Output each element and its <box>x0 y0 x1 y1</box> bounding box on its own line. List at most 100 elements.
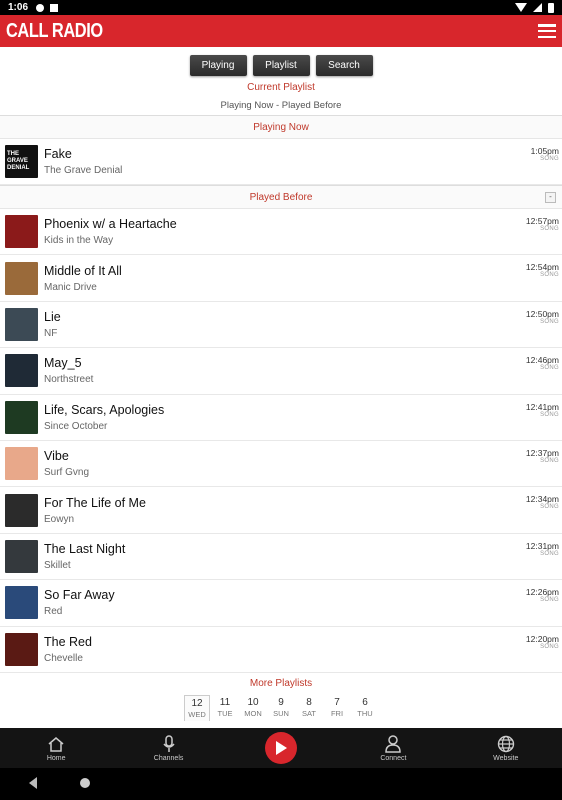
album-art-text: THE GRAVE DENIAL <box>7 151 30 171</box>
song-time: 12:46pm <box>525 355 559 366</box>
battery-icon <box>548 2 554 13</box>
day-name: TUE <box>217 708 233 718</box>
song-row[interactable]: The Red Chevelle 12:20pm SONG <box>0 627 562 673</box>
tab-search[interactable]: Search <box>315 55 373 76</box>
album-art <box>5 632 38 666</box>
day-wed[interactable]: 12 WED <box>184 694 210 721</box>
played-before-label: Played Before <box>249 192 313 203</box>
hamburger-menu-icon[interactable] <box>538 24 556 38</box>
song-time: 12:50pm <box>525 308 559 319</box>
song-type: SONG <box>540 643 559 650</box>
day-number: 8 <box>306 696 312 708</box>
more-playlists-label: More Playlists <box>249 677 313 689</box>
collapse-button[interactable]: - <box>545 192 556 203</box>
album-art <box>5 307 38 341</box>
song-artist: Manic Drive <box>44 281 97 293</box>
song-artist: Kids in the Way <box>44 235 114 247</box>
song-title: Fake <box>44 147 72 161</box>
song-row[interactable]: Life, Scars, Apologies Since October 12:41… <box>0 395 562 441</box>
settings-notification-icon <box>36 3 45 12</box>
cell-signal-icon <box>533 3 542 12</box>
song-artist: Red <box>44 606 63 618</box>
day-mon[interactable]: 10 MON <box>240 695 266 721</box>
tab-playing[interactable]: Playing <box>189 55 247 76</box>
song-row[interactable]: Phoenix w/ a Heartache Kids in the Way 12:… <box>0 209 562 256</box>
song-row[interactable]: So Far Away Red 12:26pm SONG <box>0 580 562 627</box>
day-tue[interactable]: 11 TUE <box>212 695 238 721</box>
song-artist: Surf Gvng <box>44 467 90 479</box>
day-name: SUN <box>273 708 289 718</box>
tab-bar: Playing Playlist Search <box>0 47 562 77</box>
song-artist: Since October <box>44 420 108 432</box>
nav-channels-label: Channels <box>153 754 184 762</box>
song-time: 12:20pm <box>525 633 559 644</box>
day-thu[interactable]: 6 THU <box>352 695 378 721</box>
song-title: The Last Night <box>44 541 126 556</box>
status-time: 1:06 <box>8 2 29 13</box>
day-fri[interactable]: 7 FRI <box>324 695 350 721</box>
song-row[interactable]: Middle of It All Manic Drive 12:54pm SONG <box>0 255 562 302</box>
user-icon <box>385 734 402 753</box>
album-art <box>5 539 38 573</box>
song-title: For The Life of Me <box>44 495 146 510</box>
song-title: Phoenix w/ a Heartache <box>44 217 177 232</box>
album-art <box>5 586 38 620</box>
song-type: SONG <box>540 550 559 557</box>
play-button[interactable] <box>264 732 297 764</box>
song-row[interactable]: Vibe Surf Gvng 12:37pm SONG <box>0 441 562 488</box>
wifi-icon <box>515 3 527 12</box>
play-icon <box>275 741 287 755</box>
song-time: 12:37pm <box>525 447 559 458</box>
played-before-header: Played Before - <box>0 185 562 209</box>
song-time: 12:54pm <box>525 262 559 273</box>
album-art <box>5 400 38 434</box>
day-sun[interactable]: 9 SUN <box>268 695 294 721</box>
status-bar: 1:06 <box>0 0 562 15</box>
song-type: SONG <box>540 226 559 232</box>
nav-connect-label: Connect <box>380 754 407 762</box>
now-playing-row[interactable]: THE GRAVE DENIAL Fake The Grave Denial 1… <box>0 139 562 185</box>
song-artist: NF <box>44 327 58 339</box>
day-number: 11 <box>219 696 231 708</box>
day-selector: 12 WED 11 TUE 10 MON 9 SUN 8 SAT 7 FRI 6 THU <box>0 694 562 721</box>
song-title: Vibe <box>44 449 69 464</box>
microphone-icon <box>162 734 176 753</box>
song-time: 12:26pm <box>525 587 559 598</box>
nav-home[interactable]: Home <box>0 735 112 762</box>
song-type: SONG <box>540 504 559 511</box>
song-title: So Far Away <box>44 588 115 603</box>
song-type: SONG <box>540 156 559 162</box>
song-title: Middle of It All <box>44 263 122 278</box>
globe-icon <box>497 735 515 753</box>
nav-play[interactable] <box>225 732 337 764</box>
playlist-subtitle: Playing Now - Played Before <box>220 100 342 111</box>
song-row[interactable]: May_5 Northstreet 12:46pm SONG <box>0 348 562 395</box>
home-icon <box>47 735 65 753</box>
day-sat[interactable]: 8 SAT <box>296 695 322 721</box>
nav-website[interactable]: Website <box>450 735 562 762</box>
nav-channels[interactable]: Channels <box>112 734 224 762</box>
sd-card-notification-icon <box>50 3 59 12</box>
nav-connect[interactable]: Connect <box>337 734 449 762</box>
played-before-list: Phoenix w/ a Heartache Kids in the Way 12:… <box>0 209 562 673</box>
system-navigation-bar <box>0 768 562 800</box>
tab-playlist[interactable]: Playlist <box>252 55 310 76</box>
back-icon[interactable] <box>29 777 37 789</box>
song-title: Lie <box>44 309 61 324</box>
app-bar: CALL RADIO <box>0 15 562 47</box>
album-art <box>5 261 38 295</box>
song-artist: Eowyn <box>44 513 75 525</box>
song-time: 12:31pm <box>525 540 559 551</box>
song-row[interactable]: For The Life of Me Eowyn 12:34pm SONG <box>0 487 562 534</box>
song-artist: Chevelle <box>44 652 83 664</box>
song-type: SONG <box>540 411 559 418</box>
song-row[interactable]: Lie NF 12:50pm SONG <box>0 302 562 349</box>
day-name: MON <box>244 708 262 718</box>
song-title: The Red <box>44 634 92 649</box>
song-type: SONG <box>540 597 559 604</box>
song-row[interactable]: The Last Night Skillet 12:31pm SONG <box>0 534 562 581</box>
album-art: THE GRAVE DENIAL <box>5 145 38 178</box>
system-home-icon[interactable] <box>80 778 90 788</box>
song-time: 12:41pm <box>525 401 559 412</box>
main-content: Playing Playlist Search Current Playlist… <box>0 47 562 728</box>
